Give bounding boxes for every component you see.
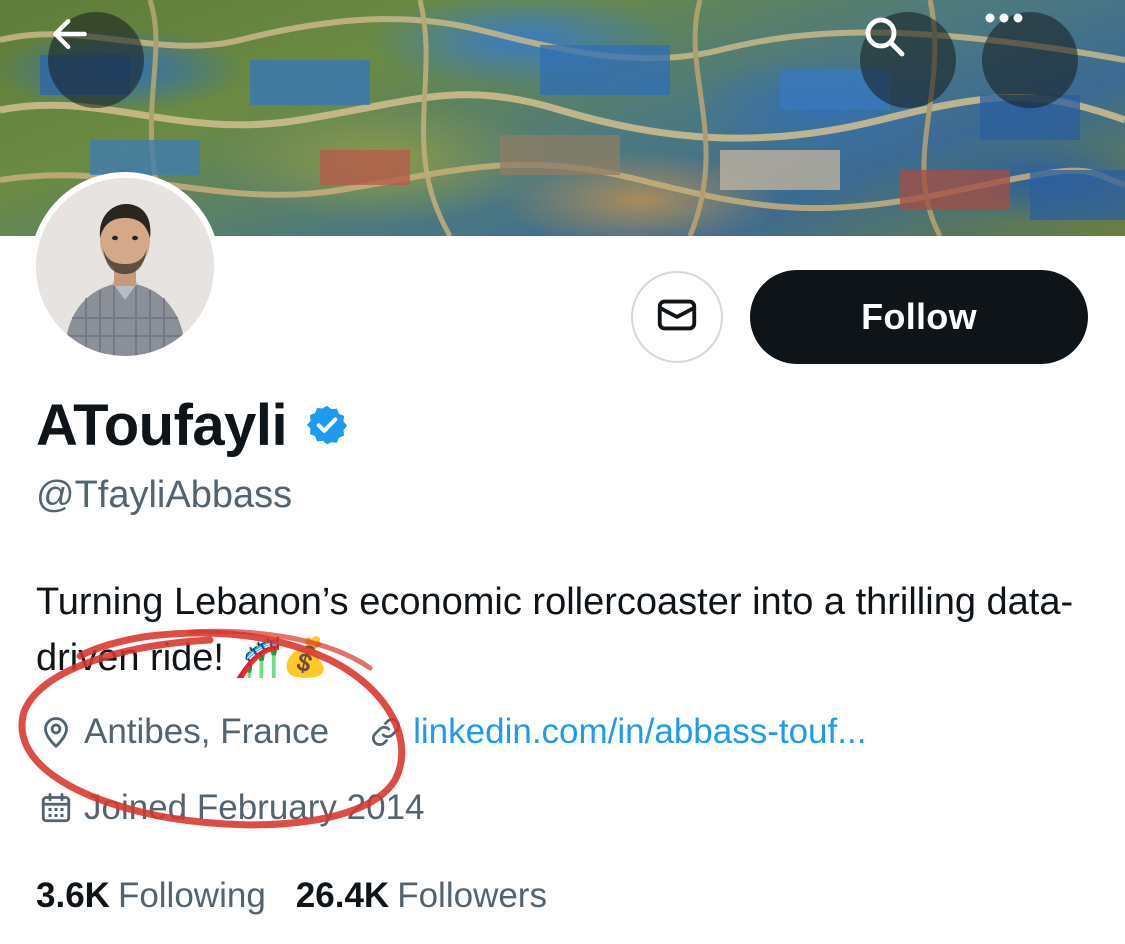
profile-meta-row: Antibes, France linkedin.com/in/abbass-t… — [38, 708, 866, 756]
location-text: Antibes, France — [84, 712, 330, 751]
location-pin-icon — [38, 714, 74, 750]
search-button[interactable] — [860, 12, 956, 108]
profile-link-text[interactable]: linkedin.com/in/abbass-touf... — [413, 712, 866, 752]
joined-date-text: Joined February 2014 — [84, 788, 425, 827]
calendar-icon — [38, 790, 74, 826]
follow-button[interactable]: Follow — [750, 270, 1088, 364]
back-button[interactable] — [48, 12, 144, 108]
link-icon — [369, 715, 403, 749]
user-handle: @TfayliAbbass — [36, 474, 293, 516]
message-button[interactable] — [631, 271, 723, 363]
avatar[interactable] — [30, 172, 220, 362]
display-name: AToufayli — [36, 392, 288, 458]
mail-icon — [654, 292, 700, 343]
following-label: Following — [117, 876, 266, 915]
followers-count: 26.4K — [295, 876, 390, 915]
follow-stats: 3.6K Following 26.4K Followers — [36, 872, 547, 920]
followers-stat[interactable]: 26.4K Followers — [296, 876, 547, 916]
profile-name-row: AToufayli — [36, 392, 349, 458]
joined-row: Joined February 2014 — [38, 784, 425, 832]
following-stat[interactable]: 3.6K Following — [36, 876, 266, 916]
profile-link[interactable]: linkedin.com/in/abbass-touf... — [369, 712, 866, 752]
following-count: 3.6K — [36, 876, 110, 915]
more-options-button[interactable] — [982, 12, 1078, 108]
avatar-photo — [36, 178, 214, 356]
followers-label: Followers — [397, 876, 547, 915]
verified-badge-icon[interactable] — [305, 403, 349, 447]
profile-bio: Turning Lebanon’s economic rollercoaster… — [36, 581, 1074, 679]
